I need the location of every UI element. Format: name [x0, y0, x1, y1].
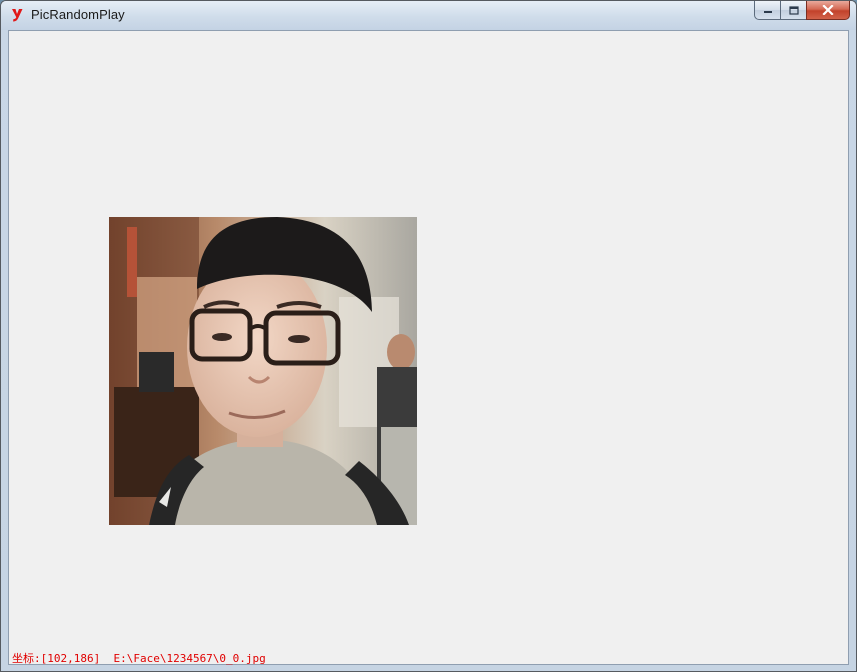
maximize-button[interactable] — [780, 1, 806, 20]
minimize-icon — [763, 11, 772, 13]
status-text: 坐标:[102,186] E:\Face\1234567\0_0.jpg — [12, 652, 266, 665]
close-button[interactable] — [806, 1, 850, 20]
title-bar[interactable]: PicRandomPlay — [1, 1, 856, 30]
client-area: 坐标:[102,186] E:\Face\1234567\0_0.jpg — [8, 30, 849, 665]
y-logo-icon — [12, 9, 23, 22]
close-icon — [822, 5, 834, 15]
maximize-icon — [788, 5, 799, 15]
caption-buttons — [754, 1, 850, 21]
photo-canvas — [109, 217, 417, 525]
app-window: PicRandomPlay 坐标:[102,186] E:\Face\12345… — [0, 0, 857, 672]
random-photo[interactable] — [109, 217, 417, 525]
window-title: PicRandomPlay — [31, 7, 125, 22]
minimize-button[interactable] — [754, 1, 780, 20]
